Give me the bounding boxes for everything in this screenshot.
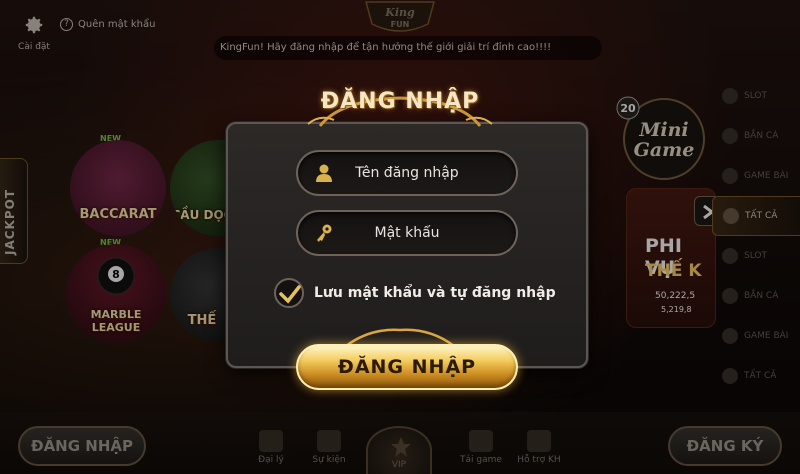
password-field[interactable] xyxy=(296,210,518,256)
username-field[interactable] xyxy=(296,150,518,196)
remember-checkbox[interactable] xyxy=(274,278,304,308)
login-submit-button[interactable]: ĐĂNG NHẬP xyxy=(296,344,518,390)
remember-label: Lưu mật khẩu và tự đăng nhập xyxy=(314,285,556,301)
key-icon xyxy=(317,224,332,242)
login-title: ĐĂNG NHẬP xyxy=(310,82,490,122)
user-icon xyxy=(316,164,332,182)
password-input[interactable] xyxy=(332,225,482,241)
remember-login-option[interactable]: Lưu mật khẩu và tự đăng nhập xyxy=(274,278,556,308)
checkmark-icon xyxy=(279,285,301,304)
login-title-text: ĐĂNG NHẬP xyxy=(320,89,480,114)
username-input[interactable] xyxy=(332,165,482,181)
